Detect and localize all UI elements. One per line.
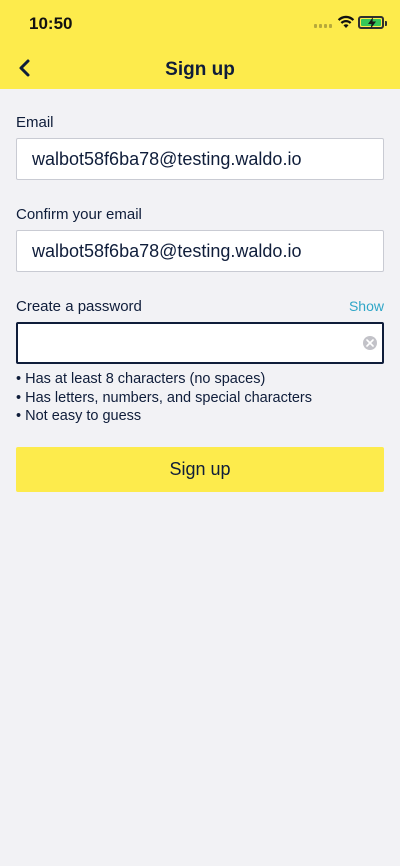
show-password-link[interactable]: Show [349, 298, 384, 314]
password-rule-characters: • Has letters, numbers, and special char… [16, 389, 313, 406]
password-rule-guessable: • Not easy to guess [16, 408, 142, 424]
wifi-icon [337, 15, 355, 28]
password-rule-length: • Has at least 8 characters (no spaces) [16, 371, 266, 387]
email-label: Email [16, 114, 54, 131]
battery-charging-icon [358, 16, 387, 29]
email-field[interactable]: walbot58f6ba78@testing.waldo.io [16, 138, 384, 180]
sign-up-button[interactable]: Sign up [16, 447, 384, 492]
page-title: Sign up [165, 59, 235, 80]
cellular-signal-icon [314, 22, 334, 28]
confirm-email-field[interactable]: walbot58f6ba78@testing.waldo.io [16, 230, 384, 272]
password-field[interactable] [16, 322, 384, 364]
status-time: 10:50 [29, 14, 73, 33]
status-bar: 10:50 [0, 0, 400, 46]
header-bar: 10:50 Sign up [0, 0, 400, 89]
confirm-email-label: Confirm your email [16, 206, 142, 223]
password-label: Create a password [16, 298, 142, 315]
password-rules: • Has at least 8 characters (no spaces) … [16, 370, 312, 426]
clear-circle-icon[interactable] [363, 336, 377, 350]
